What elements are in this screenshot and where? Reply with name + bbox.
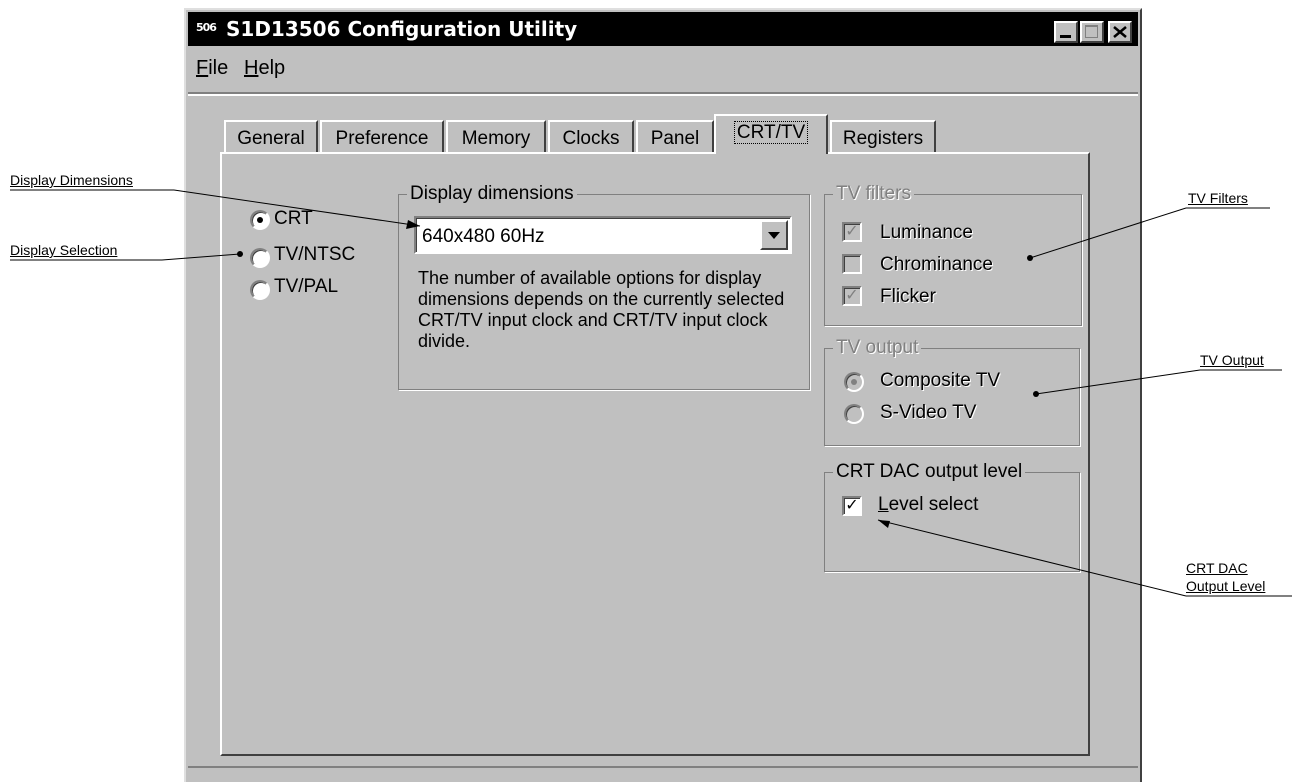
tv-output-group: TV output [824, 337, 1080, 446]
menu-file-label: ile [208, 57, 229, 79]
minimize-icon [1060, 35, 1071, 38]
tab-label: Panel [650, 128, 700, 149]
checkmark-icon: ✓ [845, 223, 859, 240]
chrominance-label: Chrominance [880, 254, 993, 275]
close-button[interactable] [1108, 21, 1132, 43]
tab-preference[interactable]: Preference [320, 120, 444, 154]
flicker-checkbox[interactable]: ✓ [842, 286, 862, 306]
client-bottom-edge [188, 766, 1138, 768]
minimize-button[interactable] [1054, 21, 1078, 43]
s-video-tv-label: S-Video TV [880, 402, 977, 423]
display-dimensions-value: 640x480 60Hz [422, 226, 545, 247]
tab-panel[interactable]: Panel [636, 120, 714, 154]
close-icon [1113, 26, 1127, 38]
radio-composite-tv[interactable] [844, 372, 864, 392]
radio-crt[interactable] [250, 210, 270, 230]
tab-label: CRT/TV [733, 121, 809, 144]
title-bar[interactable]: 506 S1D13506 Configuration Utility [188, 12, 1138, 46]
callout-display-selection: Display Selection [10, 242, 118, 258]
tab-label: Preference [335, 128, 429, 149]
callout-tv-output: TV Output [1200, 352, 1264, 368]
radio-crt-label: CRT [274, 208, 313, 229]
display-dimensions-description: The number of available options for disp… [418, 268, 785, 351]
tv-output-title: TV output [833, 337, 922, 359]
display-dimensions-title: Display dimensions [407, 183, 577, 205]
radio-selected-dot [851, 379, 857, 385]
level-select-checkbox[interactable]: ✓ [842, 496, 862, 516]
tab-label: Clocks [562, 128, 620, 149]
flicker-label: Flicker [880, 286, 936, 307]
checkmark-icon: ✓ [845, 497, 859, 514]
chevron-down-icon [768, 232, 780, 239]
level-select-mnemonic: L [878, 494, 889, 515]
tab-crt-tv[interactable]: CRT/TV [714, 114, 828, 154]
menu-bar: File Help [188, 48, 1138, 88]
level-select-label: Level select [878, 494, 978, 516]
crt-dac-group: CRT DAC output level [824, 461, 1080, 572]
tab-registers[interactable]: Registers [830, 120, 936, 154]
tab-memory[interactable]: Memory [446, 120, 546, 154]
checkmark-icon: ✓ [845, 287, 859, 304]
tab-label: Memory [461, 128, 531, 149]
callout-crt-dac-line1: CRT DAC [1186, 560, 1248, 576]
radio-tv-pal-label: TV/PAL [274, 276, 339, 297]
menu-help-label: elp [258, 57, 286, 79]
crt-dac-title: CRT DAC output level [833, 461, 1026, 483]
radio-tv-ntsc-label: TV/NTSC [274, 244, 356, 265]
maximize-button[interactable] [1080, 21, 1104, 43]
tab-general[interactable]: General [224, 120, 318, 154]
radio-selected-dot [257, 217, 263, 223]
composite-tv-label: Composite TV [880, 370, 1001, 391]
maximize-icon [1085, 25, 1098, 38]
radio-s-video-tv[interactable] [844, 404, 864, 424]
menu-file-mnemonic: F [196, 57, 209, 79]
tab-label: General [237, 128, 305, 149]
callout-display-dimensions: Display Dimensions [10, 172, 133, 188]
chrominance-checkbox[interactable] [842, 254, 862, 274]
callout-crt-dac-line2: Output Level [1186, 578, 1266, 594]
tab-clocks[interactable]: Clocks [548, 120, 634, 154]
menu-file[interactable]: File [196, 57, 228, 80]
dropdown-button[interactable] [760, 220, 788, 250]
callout-tv-filters: TV Filters [1188, 190, 1248, 206]
tab-label: Registers [842, 128, 924, 149]
menu-separator [188, 92, 1138, 96]
luminance-checkbox[interactable]: ✓ [842, 222, 862, 242]
menu-help-mnemonic: H [244, 57, 259, 79]
window-title: S1D13506 Configuration Utility [226, 17, 578, 41]
app-icon[interactable]: 506 [196, 21, 217, 34]
radio-tv-pal[interactable] [250, 280, 270, 300]
level-select-text: evel select [888, 494, 979, 515]
radio-tv-ntsc[interactable] [250, 248, 270, 268]
menu-help[interactable]: Help [244, 57, 285, 80]
tv-filters-title: TV filters [833, 183, 914, 205]
luminance-label: Luminance [880, 222, 973, 243]
display-dimensions-dropdown[interactable]: 640x480 60Hz [414, 216, 792, 254]
